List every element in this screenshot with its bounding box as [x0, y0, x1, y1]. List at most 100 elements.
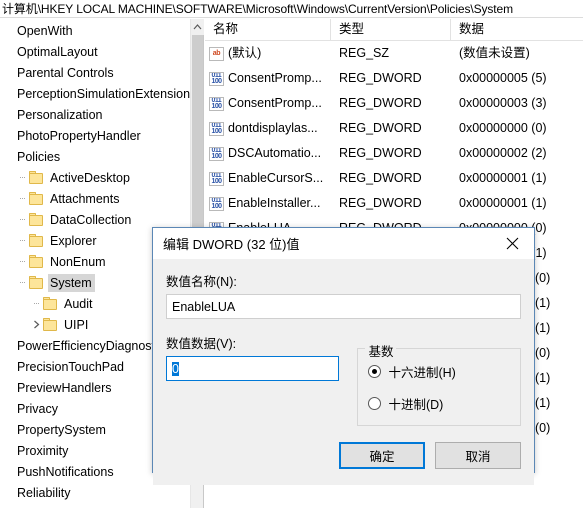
table-row[interactable]: 011 100 ConsentPromp... REG_DWORD 0x00000003…	[205, 91, 583, 116]
cell-data-tail: (0)	[535, 421, 551, 435]
dialog-title: 编辑 DWORD (32 位)值	[163, 237, 300, 252]
dialog-buttons: 确定 取消	[339, 442, 521, 469]
address-bar[interactable]: 计算机\HKEY LOCAL MACHINE\SOFTWARE\Microsof…	[0, 0, 583, 18]
folder-icon	[29, 234, 44, 247]
tree-item-label: UIPI	[64, 317, 89, 332]
table-row[interactable]: 011 100 EnableInstaller... REG_DWORD 0x00000…	[205, 191, 583, 216]
cell-type: REG_DWORD	[339, 146, 422, 160]
radio-hexadecimal-icon[interactable]	[368, 365, 382, 378]
cell-data: 0x00000001 (1)	[459, 171, 547, 185]
value-name-text: EnableCursorS...	[228, 171, 324, 185]
folder-icon	[29, 276, 44, 289]
tree-item-label: PushNotifications	[17, 464, 114, 479]
value-name-text: EnableLUA	[172, 299, 236, 314]
tree-item-label: Reliability	[17, 485, 71, 500]
value-data-text: 0	[172, 361, 179, 376]
tree-item[interactable]: PerceptionSimulationExtensions	[0, 83, 190, 104]
tree-item-label: System	[48, 273, 95, 292]
tree-item[interactable]: Reliability	[0, 482, 190, 503]
close-icon[interactable]	[490, 229, 534, 259]
table-row[interactable]: ab (默认) REG_SZ (数值未设置)	[205, 41, 583, 66]
value-name-text: (默认)	[228, 46, 262, 60]
cell-data: 0x00000003 (3)	[459, 96, 547, 110]
tree-item[interactable]: RetailDemo	[0, 503, 190, 508]
dialog-middle-row: 数值数据(V): 0 基数 十六进制(H) 十进制(D)	[166, 329, 521, 426]
cell-name: ab (默认)	[205, 41, 331, 66]
cancel-button[interactable]: 取消	[435, 442, 521, 469]
table-row[interactable]: 011 100 EnableCursorS... REG_DWORD 0x0000000…	[205, 166, 583, 191]
cell-name: 011 100 EnableCursorS...	[205, 166, 331, 191]
tree-item-label: Audit	[64, 296, 93, 311]
radio-decimal[interactable]: 十进制(D)	[368, 394, 510, 413]
tree-item-label: NonEnum	[50, 254, 106, 269]
radio-decimal-label: 十进制(D)	[388, 398, 444, 412]
folder-icon	[29, 213, 44, 226]
tree-item[interactable]: Parental Controls	[0, 62, 190, 83]
column-header-data[interactable]: 数据	[451, 19, 583, 40]
dialog-titlebar[interactable]: 编辑 DWORD (32 位)值	[153, 228, 534, 259]
table-row[interactable]: 011 100 DSCAutomatio... REG_DWORD 0x00000002…	[205, 141, 583, 166]
column-header-name[interactable]: 名称	[205, 19, 331, 40]
tree-connector-icon	[16, 188, 29, 209]
cell-type: REG_DWORD	[339, 96, 422, 110]
tree-item-label: Parental Controls	[17, 65, 114, 80]
folder-icon	[43, 297, 58, 310]
tree-item-label: PrecisionTouchPad	[17, 359, 125, 374]
value-name-text: EnableInstaller...	[228, 196, 321, 210]
values-list-header: 名称 类型 数据	[205, 19, 583, 41]
cell-data: 0x00000000 (0)	[459, 121, 547, 135]
value-name-text: DSCAutomatio...	[228, 146, 322, 160]
base-groupbox: 基数 十六进制(H) 十进制(D)	[357, 341, 521, 426]
dword-value-icon: 011100	[209, 71, 224, 86]
base-column: 基数 十六进制(H) 十进制(D)	[357, 329, 521, 426]
cell-data: (数值未设置)	[459, 46, 530, 60]
cell-data-tail: (1)	[535, 321, 551, 335]
tree-item-label: PropertySystem	[17, 422, 106, 437]
column-header-type[interactable]: 类型	[331, 19, 451, 40]
tree-item[interactable]: Personalization	[0, 104, 190, 125]
value-data-input[interactable]: 0	[166, 356, 340, 381]
regedit-window: 计算机\HKEY LOCAL MACHINE\SOFTWARE\Microsof…	[0, 0, 583, 508]
tree-item-label: Personalization	[17, 107, 103, 122]
table-row[interactable]: 011 100 ConsentPromp... REG_DWORD 0x00000005…	[205, 66, 583, 91]
radio-hexadecimal[interactable]: 十六进制(H)	[368, 362, 510, 381]
edit-dword-dialog: 编辑 DWORD (32 位)值 数值名称(N): EnableLUA 数值数据…	[152, 227, 535, 485]
cell-data-tail: (0)	[535, 271, 551, 285]
chevron-right-icon[interactable]	[30, 314, 43, 335]
cell-name: 011 100 DSCAutomatio...	[205, 141, 331, 166]
cell-data: 0x00000002 (2)	[459, 146, 547, 160]
tree-item-label: OpenWith	[17, 23, 73, 38]
cell-name: 011 100 EnableInstaller...	[205, 191, 331, 216]
tree-connector-icon	[30, 293, 43, 314]
tree-item[interactable]: Attachments	[0, 188, 190, 209]
tree-item[interactable]: PhotoPropertyHandler	[0, 125, 190, 146]
cell-name: 011 100 dontdisplaylas...	[205, 116, 331, 141]
value-name-input[interactable]: EnableLUA	[166, 294, 521, 319]
tree-item-label: Privacy	[17, 401, 58, 416]
radio-decimal-icon[interactable]	[368, 397, 382, 410]
cell-name: 011 100 ConsentPromp...	[205, 66, 331, 91]
folder-icon	[29, 255, 44, 268]
tree-item-label: Proximity	[17, 443, 69, 458]
cell-type: REG_DWORD	[339, 171, 422, 185]
value-data-column: 数值数据(V): 0	[166, 329, 340, 426]
tree-item[interactable]: Policies	[0, 146, 190, 167]
tree-item[interactable]: OptimalLayout	[0, 41, 190, 62]
cell-data-tail: (1)	[535, 371, 551, 385]
tree-item-label: DataCollection	[50, 212, 132, 227]
registry-path-text: 计算机\HKEY LOCAL MACHINE\SOFTWARE\Microsof…	[2, 2, 514, 16]
table-row[interactable]: 011 100 dontdisplaylas... REG_DWORD 0x000000…	[205, 116, 583, 141]
tree-item[interactable]: OpenWith	[0, 20, 190, 41]
ok-button[interactable]: 确定	[339, 442, 425, 469]
chevron-up-icon[interactable]	[191, 19, 204, 35]
tree-item[interactable]: ActiveDesktop	[0, 167, 190, 188]
tree-item-label: PhotoPropertyHandler	[17, 128, 141, 143]
tree-item-label: RetailDemo	[15, 505, 85, 508]
